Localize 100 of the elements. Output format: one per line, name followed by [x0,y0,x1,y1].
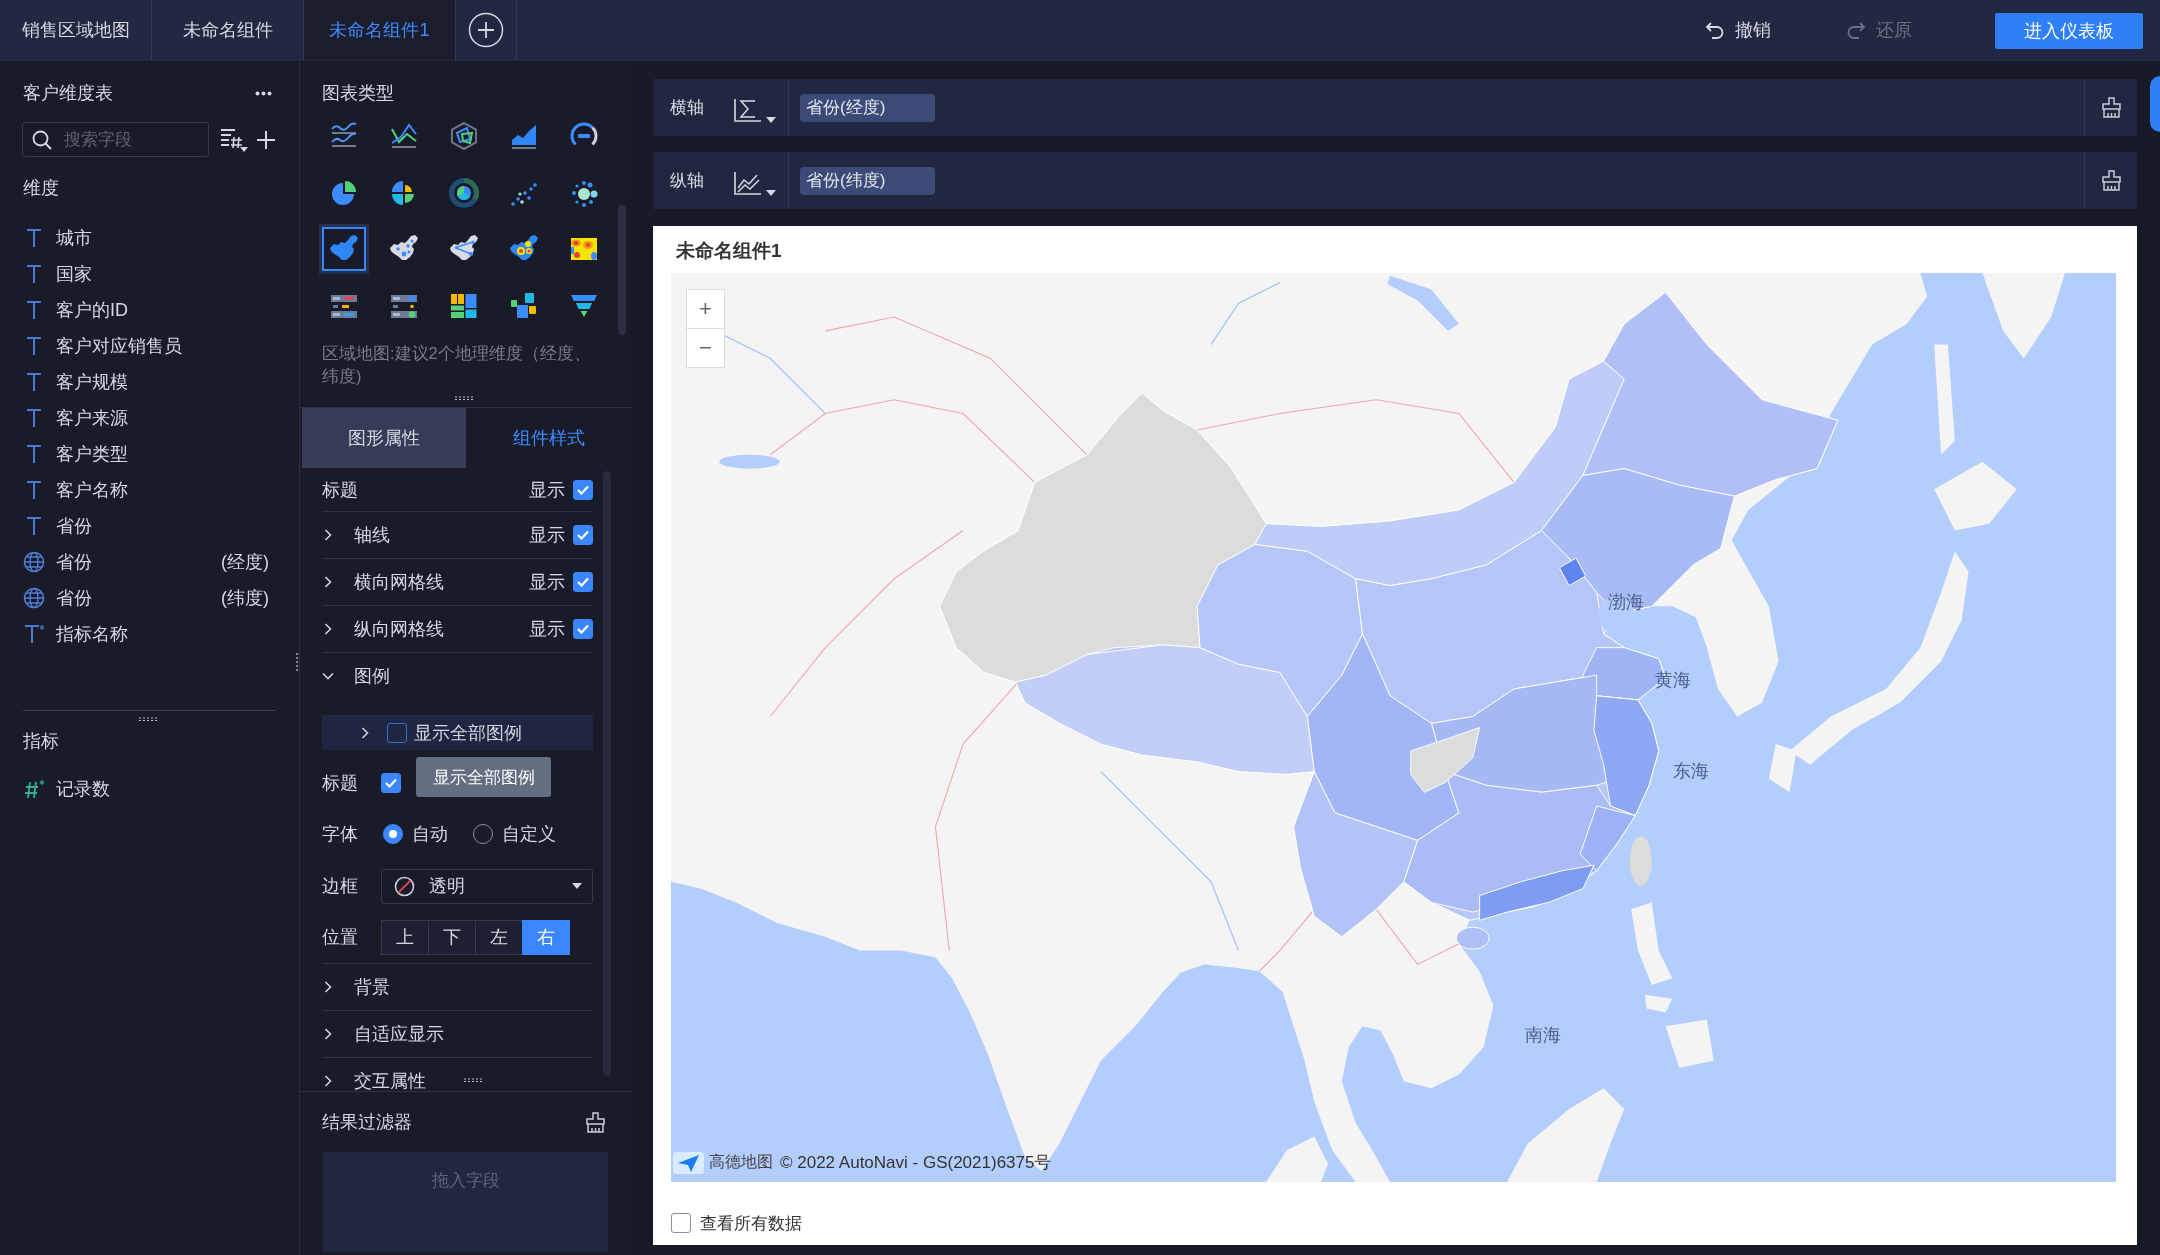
chevron-right-icon[interactable] [359,726,371,739]
text-type-icon [26,264,42,284]
text-type-icon [26,516,42,536]
calculated-number-icon [23,779,45,799]
property-label: 边框 [322,875,359,899]
caret-icon [766,116,776,123]
checkmark-icon [577,530,589,541]
field-label[interactable]: 记录数 [56,777,110,801]
checkbox[interactable] [381,773,401,794]
panel-tab[interactable]: 图形属性 [302,408,466,469]
field-label[interactable]: 客户类型 [56,442,128,466]
property-label: 轴线 [354,524,390,548]
text-type-icon [26,408,42,428]
undo-icon [1704,19,1726,41]
add-icon[interactable] [257,130,275,149]
property-label: 纵向网格线 [354,618,444,642]
chevron-right-icon[interactable] [322,623,334,636]
text-type-icon [26,372,42,392]
resize-handle-icon[interactable] [455,396,475,400]
sigma-chart-icon [733,96,763,123]
undo-button[interactable]: 撤销 [1704,0,1771,60]
property-label: 交互属性 [354,1070,426,1092]
chevron-right-icon[interactable] [322,529,334,542]
section-title: 结果过滤器 [322,1111,412,1135]
shelf-label: 纵轴 [670,170,705,192]
radio-label: 自动 [412,823,448,847]
checkmark-icon [577,484,589,495]
chevron-right-icon[interactable] [322,1075,334,1088]
field-label[interactable]: 省份 [56,550,92,574]
checkbox[interactable] [573,572,593,593]
field-label[interactable]: 省份 [56,586,92,610]
property-label: 位置 [322,926,359,950]
property-label: 图例 [354,665,390,689]
select-field[interactable]: 透明 [381,868,593,904]
checkbox[interactable] [573,525,593,546]
position-option[interactable]: 左 [475,919,523,955]
checkbox[interactable] [387,722,407,743]
checkbox[interactable] [573,479,593,500]
position-option[interactable]: 上 [381,919,429,955]
field-qualifier: (经度) [221,551,269,574]
brush-icon[interactable] [2099,169,2123,192]
more-icon[interactable] [255,90,272,96]
resize-handle-icon[interactable] [296,653,299,673]
radar-chart-icon [448,120,480,152]
checkmark-icon [577,577,589,588]
text-type-icon [26,300,42,320]
property-label: 标题 [322,478,358,502]
field-label[interactable]: 客户对应销售员 [56,334,182,358]
chart-type-hint: 区域地图:建议2个地理维度（经度、纬度) [322,342,592,387]
no-sign-icon [394,875,415,897]
chevron-right-icon[interactable] [322,576,334,589]
zoom-out-button[interactable]: − [686,328,725,368]
redo-icon [1845,19,1867,41]
field-label[interactable]: 指标名称 [56,622,128,646]
resize-handle-icon[interactable] [464,1078,484,1083]
field-label[interactable]: 客户来源 [56,406,128,430]
map-brand-label: 高德地图 [709,1152,773,1172]
field-chip[interactable]: 省份(经度) [800,93,935,122]
panel-tab[interactable]: 组件样式 [466,408,632,469]
checkbox-label: 显示 [529,478,565,502]
field-label[interactable]: 客户名称 [56,478,128,502]
field-label[interactable]: 国家 [56,262,92,286]
add-tab-icon[interactable] [468,12,504,48]
checkbox[interactable] [573,619,593,640]
field-label[interactable]: 客户规模 [56,370,128,394]
brush-icon[interactable] [584,1110,607,1134]
panel-toggle-button[interactable] [2150,76,2160,132]
scrollbar-thumb[interactable] [618,205,626,335]
checkmark-icon [577,624,589,635]
sea-label: 黄海 [1655,669,1691,692]
field-qualifier: (纬度) [221,587,269,610]
zoom-in-button[interactable]: + [686,289,725,329]
field-label[interactable]: 城市 [56,226,92,250]
resize-handle-icon[interactable] [139,717,159,721]
section-title: 指标 [23,730,60,753]
chevron-right-icon[interactable] [322,1028,334,1041]
property-label: 字体 [322,823,359,847]
text-type-icon [26,480,42,500]
text-type-icon [26,228,42,248]
globe-icon [23,587,45,609]
position-option[interactable]: 下 [428,919,476,955]
field-label[interactable]: 客户的ID [56,298,128,322]
checkbox-label: 显示 [529,571,565,595]
field-label[interactable]: 省份 [56,514,92,538]
calculated-text-icon [23,624,45,644]
checkbox[interactable] [671,1213,691,1233]
checkbox-label: 查看所有数据 [700,1212,802,1235]
list-options-icon[interactable] [219,126,249,153]
checkbox-label: 显示 [529,524,565,548]
legend-option[interactable]: 显示全部图例 [322,715,593,751]
globe-icon [23,551,45,573]
field-chip[interactable]: 省份(纬度) [800,166,935,195]
radio-label: 自定义 [502,823,556,847]
dashboard-button[interactable]: 进入仪表板 [1995,12,2143,49]
tab[interactable]: 未命名组件1 [304,0,456,60]
radio-button[interactable] [383,824,403,845]
chevron-right-icon[interactable] [322,981,334,994]
tooltip: 显示全部图例 [416,757,551,798]
brush-icon[interactable] [2099,96,2123,119]
search-field[interactable]: 搜索字段 [22,122,209,157]
